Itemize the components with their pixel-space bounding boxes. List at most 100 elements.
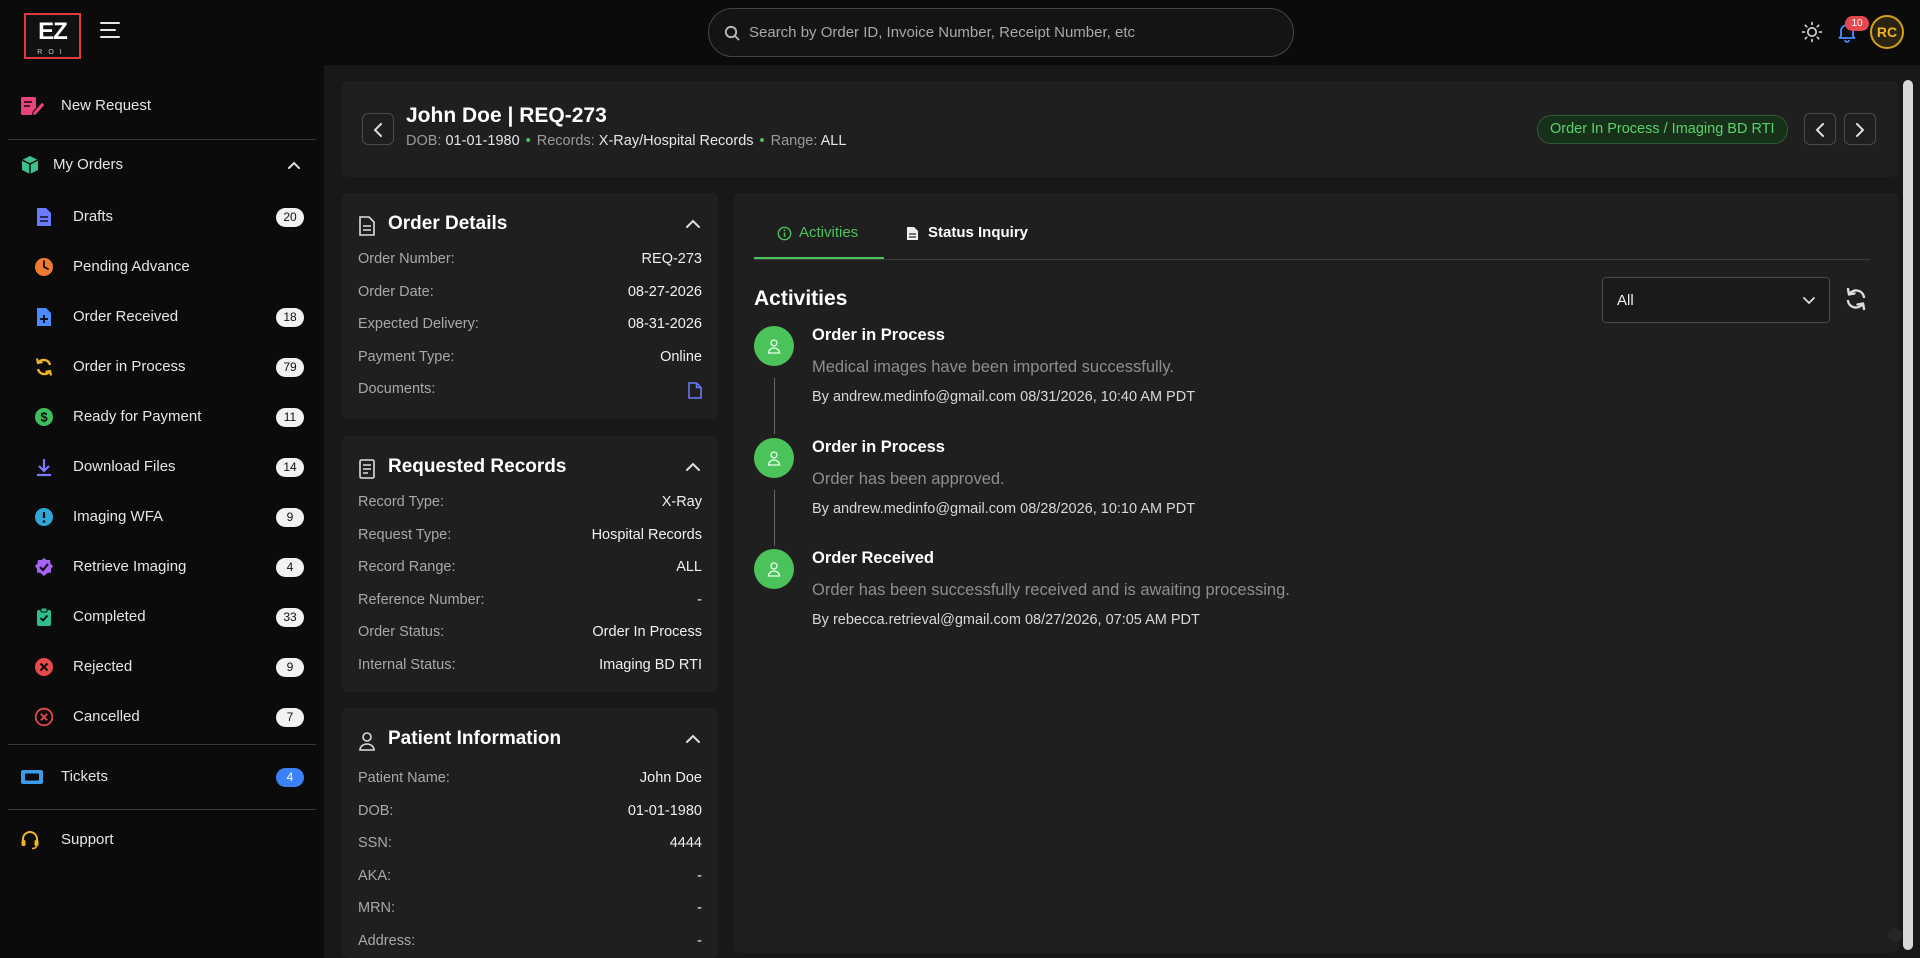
sidebar-item-label: My Orders bbox=[53, 156, 124, 173]
requested-records-card: Requested Records Record Type: X-Ray Reque… bbox=[342, 436, 718, 692]
sidebar-item-label: Pending Advance bbox=[73, 258, 190, 275]
detail-row: Record Range: ALL bbox=[358, 559, 702, 579]
document-icon bbox=[359, 216, 375, 236]
sidebar-item-order-received[interactable]: Order Received 18 bbox=[0, 297, 324, 337]
logo[interactable]: EZ ROI bbox=[24, 13, 81, 59]
sidebar-item-drafts[interactable]: Drafts 20 bbox=[0, 197, 324, 237]
sidebar-item-order-in-process[interactable]: Order in Process 79 bbox=[0, 347, 324, 387]
detail-label: Patient Name: bbox=[358, 770, 450, 786]
svg-text:$: $ bbox=[40, 410, 48, 425]
chevron-up-icon[interactable] bbox=[288, 161, 300, 169]
sidebar-item-tickets[interactable]: Tickets 4 bbox=[0, 757, 324, 797]
dob-label: DOB: bbox=[406, 133, 442, 149]
sidebar-item-my-orders[interactable]: My Orders bbox=[0, 145, 324, 185]
detail-label: Record Range: bbox=[358, 559, 456, 575]
file-plus-icon bbox=[37, 308, 51, 326]
sidebar-item-imaging-wfa[interactable]: Imaging WFA 9 bbox=[0, 497, 324, 537]
detail-value: Imaging BD RTI bbox=[599, 656, 702, 673]
card-title: Requested Records bbox=[388, 456, 567, 477]
back-button[interactable] bbox=[362, 113, 394, 145]
count-badge: 79 bbox=[276, 358, 304, 377]
logo-text: EZ bbox=[38, 18, 68, 45]
search-bar[interactable] bbox=[708, 8, 1294, 57]
chevron-up-icon[interactable] bbox=[686, 734, 700, 743]
sidebar-item-label: New Request bbox=[61, 97, 152, 114]
sidebar-item-label: Retrieve Imaging bbox=[73, 558, 187, 575]
sidebar-item-download-files[interactable]: Download Files 14 bbox=[0, 447, 324, 487]
previous-order-button[interactable] bbox=[1804, 113, 1836, 145]
document-icon bbox=[907, 227, 918, 240]
detail-row: Request Type: Hospital Records bbox=[358, 527, 702, 547]
detail-value: - bbox=[697, 867, 702, 884]
order-details-card: Order Details Order Number: REQ-273 Order … bbox=[342, 193, 718, 419]
detail-value: 08-27-2026 bbox=[627, 283, 702, 300]
chevron-up-icon[interactable] bbox=[686, 219, 700, 228]
sidebar-item-completed[interactable]: Completed 33 bbox=[0, 597, 324, 637]
detail-row: MRN: - bbox=[358, 900, 702, 920]
sidebar-item-rejected[interactable]: Rejected 9 bbox=[0, 647, 324, 687]
detail-row: Patient Name: John Doe bbox=[358, 770, 702, 790]
detail-label: Internal Status: bbox=[358, 656, 456, 673]
activity-description: Order has been approved. bbox=[812, 470, 1005, 488]
detail-label: Request Type: bbox=[358, 526, 452, 543]
theme-toggle-icon[interactable] bbox=[1801, 21, 1823, 43]
x-circle-outline-icon bbox=[34, 707, 54, 727]
timeline-connector bbox=[774, 378, 775, 434]
sync-icon bbox=[35, 358, 53, 376]
count-badge: 14 bbox=[276, 458, 304, 477]
selected-value: All bbox=[1617, 292, 1634, 309]
detail-row: Payment Type: Online bbox=[358, 349, 702, 369]
dollar-icon: $ bbox=[35, 408, 53, 426]
avatar[interactable]: RC bbox=[1870, 15, 1904, 49]
sidebar-item-support[interactable]: Support bbox=[0, 820, 324, 860]
sidebar-item-label: Download Files bbox=[73, 458, 176, 475]
menu-toggle-icon[interactable] bbox=[100, 22, 120, 40]
sidebar-item-new-request[interactable]: New Request bbox=[0, 86, 324, 126]
detail-label: Reference Number: bbox=[358, 591, 485, 608]
count-badge: 18 bbox=[276, 308, 304, 327]
sidebar-item-label: Order in Process bbox=[73, 358, 186, 375]
detail-value: 4444 bbox=[669, 835, 702, 851]
chevron-up-icon[interactable] bbox=[686, 462, 700, 471]
scroll-corner bbox=[1888, 928, 1902, 942]
ticket-icon bbox=[21, 770, 43, 784]
count-badge: 4 bbox=[276, 558, 304, 577]
document-icon[interactable] bbox=[688, 382, 702, 399]
detail-row: Expected Delivery: 08-31-2026 bbox=[358, 316, 702, 336]
sidebar-item-ready-for-payment[interactable]: $ Ready for Payment 11 bbox=[0, 397, 324, 437]
sidebar-item-label: Imaging WFA bbox=[73, 508, 164, 525]
detail-row: Reference Number: - bbox=[358, 592, 702, 612]
edit-document-icon bbox=[21, 97, 46, 117]
detail-row: Order Number: REQ-273 bbox=[358, 251, 702, 271]
detail-label: Address: bbox=[358, 932, 416, 949]
range-label: Range: bbox=[770, 133, 818, 149]
page-title: John Doe | REQ-273 bbox=[406, 104, 607, 127]
detail-value: - bbox=[697, 932, 702, 949]
check-badge-icon bbox=[35, 558, 53, 576]
sidebar-item-retrieve-imaging[interactable]: Retrieve Imaging 4 bbox=[0, 547, 324, 587]
chevron-left-icon bbox=[373, 123, 382, 137]
next-order-button[interactable] bbox=[1844, 113, 1876, 145]
detail-label: Payment Type: bbox=[358, 348, 455, 365]
detail-label: AKA: bbox=[358, 867, 392, 884]
status-badge: Order In Process / Imaging BD RTI bbox=[1537, 115, 1788, 144]
sidebar-item-label: Drafts bbox=[73, 208, 114, 225]
activity-filter-select[interactable]: All bbox=[1602, 277, 1830, 323]
sidebar-item-label: Completed bbox=[73, 608, 146, 625]
detail-row: Address: - bbox=[358, 933, 702, 953]
chevron-left-icon bbox=[1815, 123, 1824, 137]
sidebar-item-pending-advance[interactable]: Pending Advance bbox=[0, 247, 324, 287]
records-value: X-Ray/Hospital Records bbox=[598, 133, 754, 149]
detail-value: - bbox=[697, 900, 702, 916]
refresh-icon[interactable] bbox=[1844, 287, 1868, 311]
activity-title: Order in Process bbox=[812, 438, 945, 456]
search-input[interactable] bbox=[749, 17, 1279, 48]
sidebar-item-label: Tickets bbox=[61, 768, 108, 785]
detail-row: Internal Status: Imaging BD RTI bbox=[358, 657, 702, 677]
detail-row: Documents: bbox=[358, 381, 702, 401]
scrollbar[interactable] bbox=[1903, 80, 1913, 950]
sidebar-item-cancelled[interactable]: Cancelled 7 bbox=[0, 697, 324, 737]
detail-value: John Doe bbox=[639, 770, 702, 786]
activity-description: Order has been successfully received and… bbox=[812, 581, 1290, 599]
detail-row: DOB: 01-01-1980 bbox=[358, 803, 702, 823]
